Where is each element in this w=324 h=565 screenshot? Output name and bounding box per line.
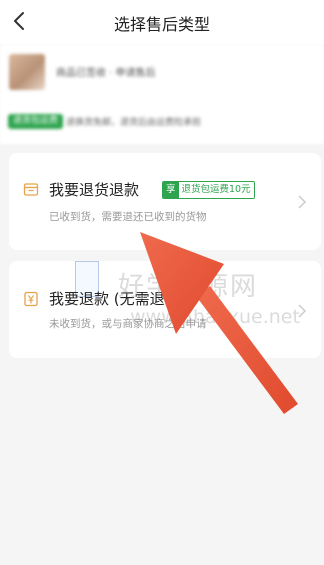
yen-icon: [24, 291, 38, 307]
shipping-badge: 享 退货包运费10元: [162, 181, 255, 199]
product-name: 商品已签收 · 申请售后: [56, 68, 156, 79]
option-title: 我要退货退款: [49, 181, 140, 199]
option-description: 已收到货，需要退还已收到的货物: [49, 211, 207, 223]
option-return-refund[interactable]: 我要退货退款 享 退货包运费10元 已收到货，需要退还已收到的货物: [9, 153, 321, 250]
product-summary: 商品已签收 · 申请售后 退货包运费 退换货免邮，退货后由运费险承担: [0, 44, 324, 144]
product-thumbnail: [9, 54, 45, 90]
badge-text: 退货包运费10元: [178, 182, 254, 198]
product-note: 退换货免邮，退货后由运费险承担: [66, 118, 202, 128]
header-bar: 选择售后类型: [0, 0, 324, 44]
page-title: 选择售后类型: [113, 15, 210, 34]
badge-tag: 享: [163, 182, 179, 198]
chevron-right-icon: [298, 195, 307, 209]
watermark-url: www.5haoxue.net: [130, 306, 300, 328]
box-icon: [23, 183, 39, 196]
product-tag: 退货包运费: [8, 114, 64, 129]
watermark-text: 好学资源网: [118, 272, 259, 302]
